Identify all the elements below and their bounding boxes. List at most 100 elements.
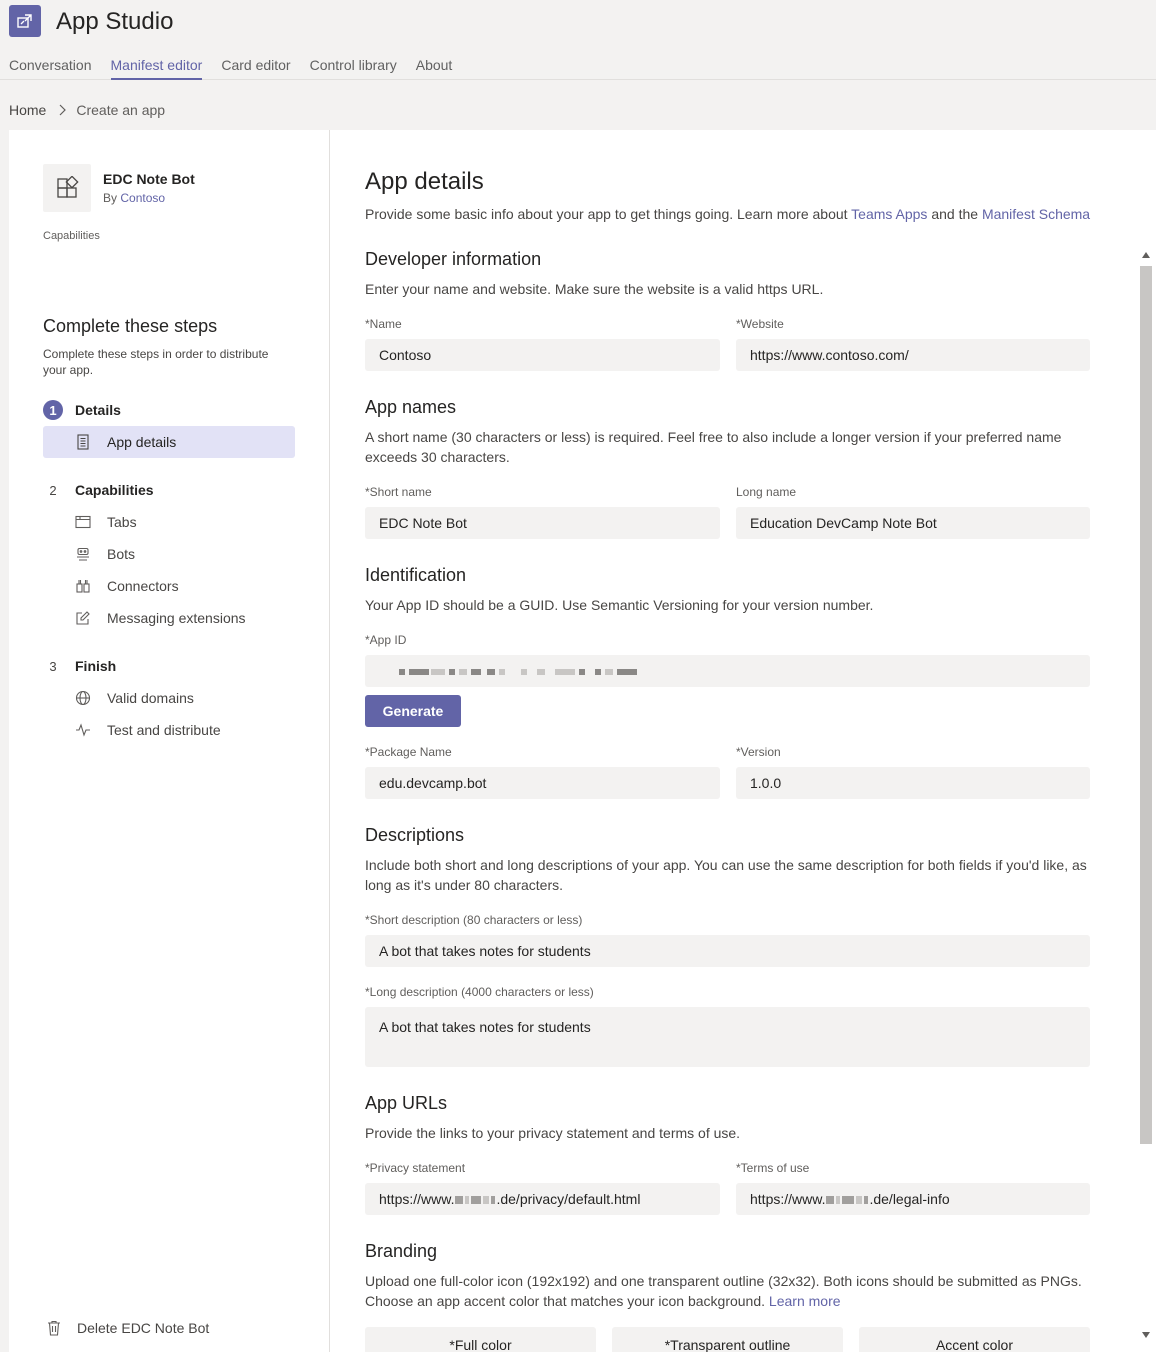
nav-test-and-distribute[interactable]: Test and distribute [43, 714, 295, 746]
short-description-label: *Short description (80 characters or les… [365, 913, 583, 927]
name-field[interactable] [365, 339, 720, 371]
by-prefix: By [103, 191, 118, 205]
page-title: App details [365, 168, 484, 195]
teams-apps-link[interactable]: Teams Apps [851, 206, 927, 222]
bot-icon [75, 546, 91, 562]
app-title: App Studio [56, 8, 174, 35]
section-urls-desc: Provide the links to your privacy statem… [365, 1125, 741, 1141]
long-name-field[interactable] [736, 507, 1090, 539]
scroll-down-icon[interactable] [1142, 1332, 1150, 1338]
app-studio-icon [9, 5, 41, 37]
generate-button[interactable]: Generate [365, 695, 461, 727]
outline-upload[interactable]: *Transparent outline [612, 1327, 843, 1352]
long-description-field[interactable]: A bot that takes notes for students [365, 1007, 1090, 1067]
step-details: 1 Details [43, 400, 121, 420]
tab-about[interactable]: About [416, 56, 453, 80]
top-bar: App Studio Conversation Manifest editor … [0, 0, 1156, 80]
privacy-field[interactable]: https://www. .de/privacy/default.html [365, 1183, 720, 1215]
website-field[interactable] [736, 339, 1090, 371]
nav-valid-domains[interactable]: Valid domains [43, 682, 295, 714]
nav-label: Valid domains [107, 690, 194, 706]
tab-conversation[interactable]: Conversation [9, 56, 92, 80]
edit-icon [75, 610, 91, 626]
step-title: Finish [75, 658, 117, 674]
short-name-field[interactable] [365, 507, 720, 539]
manifest-schema-link[interactable]: Manifest Schema [982, 206, 1090, 222]
scrollbar[interactable] [1138, 248, 1154, 1352]
step-number: 2 [49, 482, 57, 498]
accent-color-picker[interactable]: Accent color [859, 1327, 1090, 1352]
section-developer-title: Developer information [365, 249, 542, 269]
branding-desc-text: Upload one full-color icon (192x192) and… [365, 1273, 1082, 1309]
intro-text-mid: and the [927, 206, 982, 222]
breadcrumb-home[interactable]: Home [9, 101, 46, 119]
globe-icon [75, 690, 91, 706]
step-number: 1 [43, 400, 63, 420]
learn-more-link[interactable]: Learn more [769, 1293, 841, 1309]
short-description-field[interactable] [365, 935, 1090, 967]
package-name-field[interactable] [365, 767, 720, 799]
scroll-up-icon[interactable] [1142, 252, 1150, 258]
long-name-label: Long name [736, 485, 797, 499]
package-name-label: *Package Name [365, 745, 452, 759]
nav-label: Test and distribute [107, 722, 221, 738]
scroll-thumb[interactable] [1140, 266, 1152, 1144]
website-label: *Website [736, 317, 784, 331]
app-id-label: *App ID [365, 633, 407, 647]
step-finish: 3 Finish [43, 656, 116, 676]
section-developer-desc: Enter your name and website. Make sure t… [365, 281, 824, 297]
tab-manifest-editor[interactable]: Manifest editor [110, 56, 203, 80]
document-icon [75, 434, 91, 450]
version-field[interactable] [736, 767, 1090, 799]
tab-icon [75, 514, 91, 530]
sidebar: EDC Note Bot By Contoso Capabilities Com… [9, 130, 330, 1352]
app-developer: By Contoso [103, 191, 165, 205]
long-description-label: *Long description (4000 characters or le… [365, 985, 594, 999]
section-names-desc: A short name (30 characters or less) is … [365, 429, 1062, 465]
section-branding-desc: Upload one full-color icon (192x192) and… [365, 1271, 1090, 1311]
terms-field[interactable]: https://www. .de/legal-info [736, 1183, 1090, 1215]
nav-label: Tabs [107, 514, 137, 530]
delete-app-button[interactable]: Delete EDC Note Bot [47, 1320, 209, 1336]
version-label: *Version [736, 745, 781, 759]
connector-icon [75, 578, 91, 594]
nav-label: Bots [107, 546, 136, 562]
nav-connectors[interactable]: Connectors [43, 570, 295, 602]
step-title: Capabilities [75, 482, 154, 498]
activity-icon [75, 722, 91, 738]
outline-label: *Transparent outline [664, 1337, 791, 1352]
nav-label: App details [107, 434, 177, 450]
breadcrumb-current: Create an app [76, 102, 166, 118]
intro-text: Provide some basic info about your app t… [365, 206, 852, 222]
privacy-suffix: .de/privacy/default.html [496, 1191, 641, 1207]
nav-bots[interactable]: Bots [43, 538, 295, 570]
section-names-title: App names [365, 397, 457, 417]
full-color-upload[interactable]: *Full color [365, 1327, 596, 1352]
delete-label: Delete EDC Note Bot [77, 1320, 210, 1336]
nav-label: Messaging extensions [107, 610, 246, 626]
main-content: App details Provide some basic info abou… [330, 130, 1156, 1352]
tab-card-editor[interactable]: Card editor [221, 56, 290, 80]
section-urls-title: App URLs [365, 1093, 448, 1113]
terms-suffix: .de/legal-info [869, 1191, 950, 1207]
section-descriptions-desc: Include both short and long descriptions… [365, 857, 1087, 893]
chevron-right-icon [58, 104, 67, 116]
nav-messaging-extensions[interactable]: Messaging extensions [43, 602, 295, 634]
terms-label: *Terms of use [736, 1161, 810, 1175]
section-descriptions-title: Descriptions [365, 825, 465, 845]
nav-app-details[interactable]: App details [43, 426, 295, 458]
developer-link[interactable]: Contoso [120, 191, 165, 205]
step-title: Details [75, 402, 121, 418]
tab-control-library[interactable]: Control library [310, 56, 397, 80]
breadcrumb: Home Create an app [9, 101, 165, 119]
privacy-label: *Privacy statement [365, 1161, 466, 1175]
app-id-field[interactable] [365, 655, 1090, 687]
app-name: EDC Note Bot [103, 171, 195, 187]
accent-color-label: Accent color [935, 1337, 1014, 1352]
nav-tabs[interactable]: Tabs [43, 506, 295, 538]
page-intro: Provide some basic info about your app t… [365, 206, 1090, 222]
full-color-label: *Full color [449, 1337, 512, 1352]
step-capabilities: 2 Capabilities [43, 480, 154, 500]
section-identification-desc: Your App ID should be a GUID. Use Semant… [365, 597, 874, 613]
short-name-label: *Short name [365, 485, 432, 499]
